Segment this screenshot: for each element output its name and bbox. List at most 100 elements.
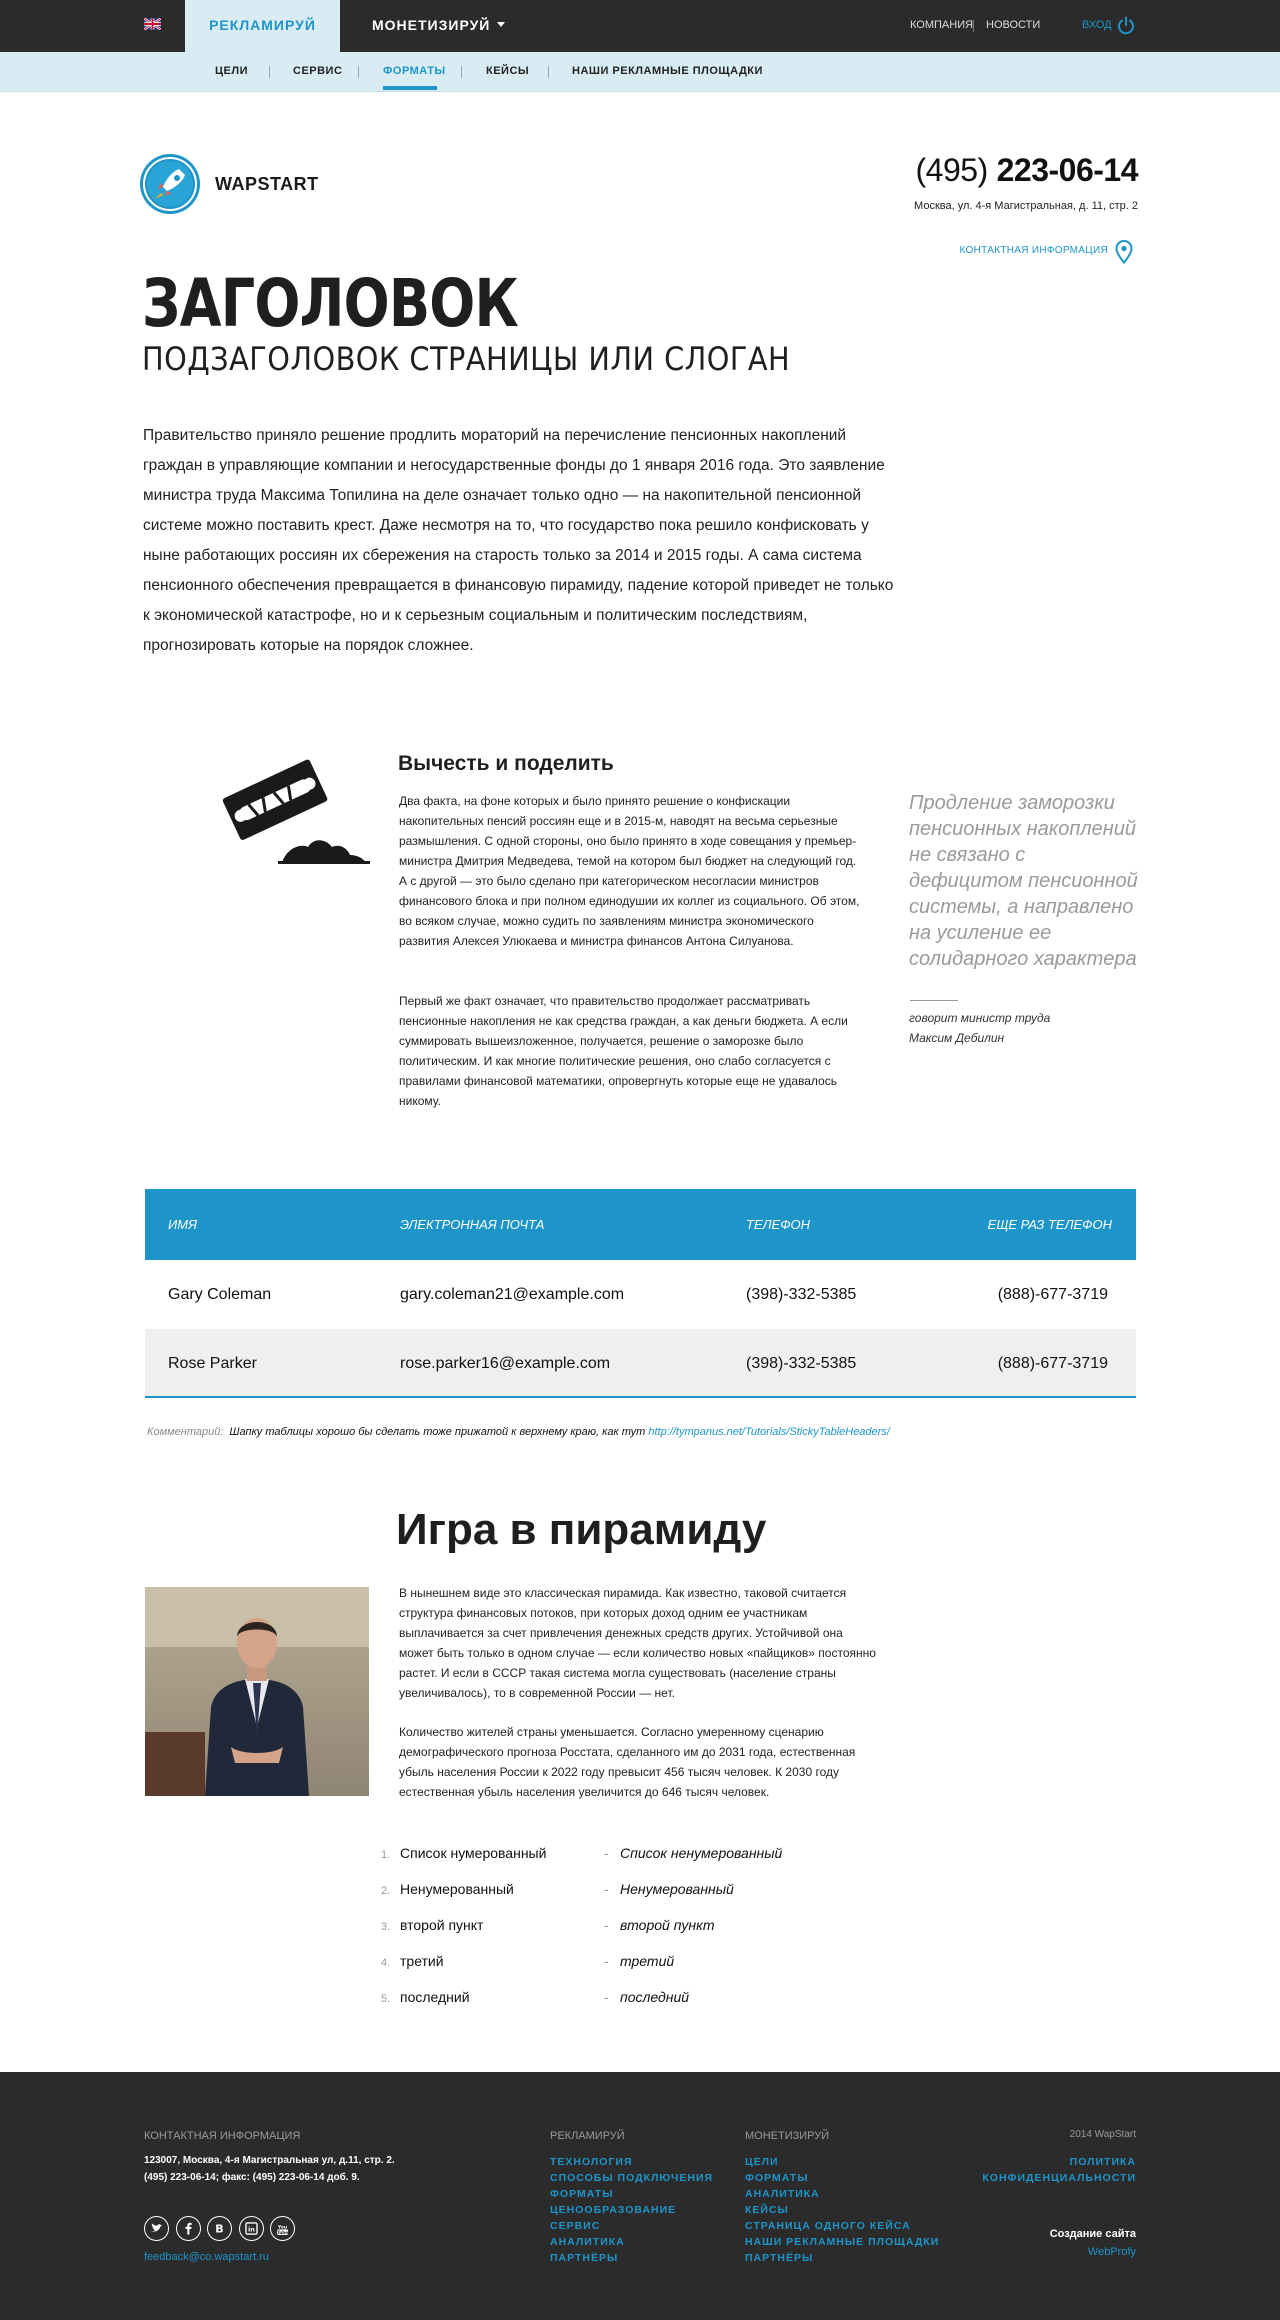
footer-link[interactable]: АНАЛИТИКА [745,2186,939,2202]
table-row: Rose Parker rose.parker16@example.com (3… [145,1329,1136,1398]
column-header-email[interactable]: ЭЛЕКТРОННАЯ ПОЧТА [400,1189,544,1260]
subnav-goals[interactable]: ЦЕЛИ [215,52,248,92]
column-header-name[interactable]: ИМЯ [168,1189,197,1260]
list-bullet: - [604,1989,609,2005]
pyramid-paragraph: В нынешнем виде это классическая пирамид… [399,1586,876,1700]
subnav-service[interactable]: СЕРВИС [293,52,342,92]
list-item: 3. второй пункт [381,1917,483,1935]
quote-author-role: говорит министр труда [909,1011,1051,1025]
address: Москва, ул. 4-я Магистральная, д. 11, ст… [914,200,1138,212]
minister-photo [145,1587,369,1796]
page-subtitle: ПОДЗАГОЛОВОК СТРАНИЦЫ ИЛИ СЛОГАН [142,340,791,378]
footer-link[interactable]: СЕРВИС [550,2218,713,2234]
cell-phone: (398)-332-5385 [746,1355,857,1372]
list-item: 5. последний [381,1989,470,2007]
table-row: Gary Coleman gary.coleman21@example.com … [145,1260,1136,1329]
facebook-icon[interactable] [176,2216,201,2241]
subnav-divider [269,66,270,78]
twitter-icon[interactable] [144,2216,169,2241]
footer-link[interactable]: СТРАНИЦА ОДНОГО КЕЙСА [745,2218,939,2234]
section-title: Игра в пирамиду [396,1505,767,1554]
footer-link[interactable]: ФОРМАТЫ [550,2186,713,2202]
column-header-phone[interactable]: ТЕЛЕФОН [746,1189,810,1260]
tab-advertise[interactable]: РЕКЛАМИРУЙ [185,0,340,52]
footer-link[interactable]: ФОРМАТЫ [745,2170,939,2186]
login-link[interactable]: ВХОД [1082,0,1112,50]
vk-icon[interactable]: В [207,2216,232,2241]
site-credit-label: Создание сайта [1049,2228,1136,2240]
subnav-divider [548,66,549,78]
footer-link[interactable]: НАШИ РЕКЛАМНЫЕ ПЛОЩАДКИ [745,2234,939,2250]
footer-link[interactable]: АНАЛИТИКА [550,2234,713,2250]
comment-label: Комментарий: [147,1426,224,1438]
column-header-phone-2[interactable]: ЕЩЕ РАЗ ТЕЛЕФОН [988,1189,1112,1260]
phone-code: (495) [915,152,989,188]
svg-text:Tube: Tube [277,2230,288,2235]
footer-phones: (495) 223-06-14; факс: (495) 223-06-14 д… [144,2172,360,2183]
cell-phone-2: (888)-677-3719 [997,1286,1108,1303]
page-title: ЗАГОЛОВОК [142,265,519,342]
list-bullet: - [604,1917,609,1933]
list-item: 4. третий [381,1953,444,1971]
article-title: Вычесть и поделить [398,752,614,775]
tab-monetize[interactable]: МОНЕТИЗИРУЙ [372,0,506,52]
comment-link[interactable]: http://tympanus.net/Tutorials/StickyTabl… [648,1426,890,1438]
footer-email-link[interactable]: feedback@co.wapstart.ru [144,2251,269,2263]
contact-info-link[interactable]: КОНТАКТНАЯ ИНФОРМАЦИЯ [900,245,1108,256]
list-text: Список ненумерованный [620,1845,783,1861]
article-paragraph: Два факта, на фоне которых и было принят… [399,794,860,948]
pyramid-paragraph: Количество жителей страны уменьшается. С… [399,1725,856,1799]
privacy-policy-line-2: КОНФИДЕНЦИАЛЬНОСТИ [982,2172,1136,2184]
contacts-table: ИМЯ ЭЛЕКТРОННАЯ ПОЧТА ТЕЛЕФОН ЕЩЕ РАЗ ТЕ… [145,1189,1136,1398]
company-link[interactable]: КОМПАНИЯ [910,0,973,50]
logo-text[interactable]: WAPSTART [215,174,319,195]
linkedin-icon[interactable]: in [239,2216,264,2241]
list-text: последний [400,1989,470,2005]
cell-email: gary.coleman21@example.com [400,1286,625,1303]
footer-link[interactable]: КЕЙСЫ [745,2202,939,2218]
list-item: - Список ненумерованный [604,1845,782,1863]
footer-link[interactable]: ПАРТНЁРЫ [550,2250,713,2266]
map-pin-icon[interactable] [1115,240,1133,264]
news-link[interactable]: НОВОСТИ [986,0,1040,50]
youtube-icon[interactable]: YouTube [270,2216,295,2241]
subnav-cases[interactable]: КЕЙСЫ [486,52,529,92]
power-icon[interactable] [1116,16,1136,36]
footer-link[interactable]: СПОСОБЫ ПОДКЛЮЧЕНИЯ [550,2170,713,2186]
footer-monetize-heading: МОНЕТИЗИРУЙ [745,2130,830,2142]
footer-link[interactable]: ПАРТНЁРЫ [745,2250,939,2266]
phone-number: (495) 223-06-14 [905,152,1139,189]
pull-quote: Продление заморозки пенсионных накоплени… [909,792,1138,970]
list-number: 5. [381,1993,391,2005]
uk-flag-icon[interactable] [144,18,161,30]
footer-link[interactable]: ЦЕЛИ [745,2154,939,2170]
razor-blade-icon [222,759,370,864]
cell-phone-2: (888)-677-3719 [997,1355,1108,1372]
subnav-platforms[interactable]: НАШИ РЕКЛАМНЫЕ ПЛОЩАДКИ [572,52,763,92]
list-text: третий [620,1953,675,1969]
privacy-policy-line-1: ПОЛИТИКА [1069,2156,1136,2168]
list-item: - третий [604,1953,674,1971]
footer-link[interactable]: ЦЕНООБРАЗОВАНИЕ [550,2202,713,2218]
footer-advertise-heading: РЕКЛАМИРУЙ [550,2130,625,2142]
list-text: последний [620,1989,690,2005]
list-text: Список нумерованный [400,1845,547,1861]
quote-author: говорит министр труда Максим Дебилин [909,1008,1139,1048]
list-number: 4. [381,1957,391,1969]
list-item: - второй пункт [604,1917,715,1935]
list-bullet: - [604,1845,609,1861]
list-item: - Ненумерованный [604,1881,734,1899]
quote-divider [910,1000,958,1001]
footer-contact-heading: КОНТАКТНАЯ ИНФОРМАЦИЯ [144,2130,301,2142]
tab-monetize-label: МОНЕТИЗИРУЙ [372,17,491,33]
site-credit-link[interactable]: WebProfy [960,2246,1136,2258]
comment-text: Шапку таблицы хорошо бы сделать тоже при… [229,1426,646,1438]
copyright: 2014 WapStart [1069,2129,1136,2140]
privacy-policy-link[interactable]: ПОЛИТИКА КОНФИДЕНЦИАЛЬНОСТИ [960,2154,1136,2186]
list-bullet: - [604,1881,609,1897]
rocket-logo-icon[interactable] [139,153,201,215]
quote-author-name: Максим Дебилин [909,1031,1005,1045]
list-number: 1. [381,1849,391,1861]
footer-link[interactable]: ТЕХНОЛОГИЯ [550,2154,713,2170]
subnav-divider [461,66,462,78]
